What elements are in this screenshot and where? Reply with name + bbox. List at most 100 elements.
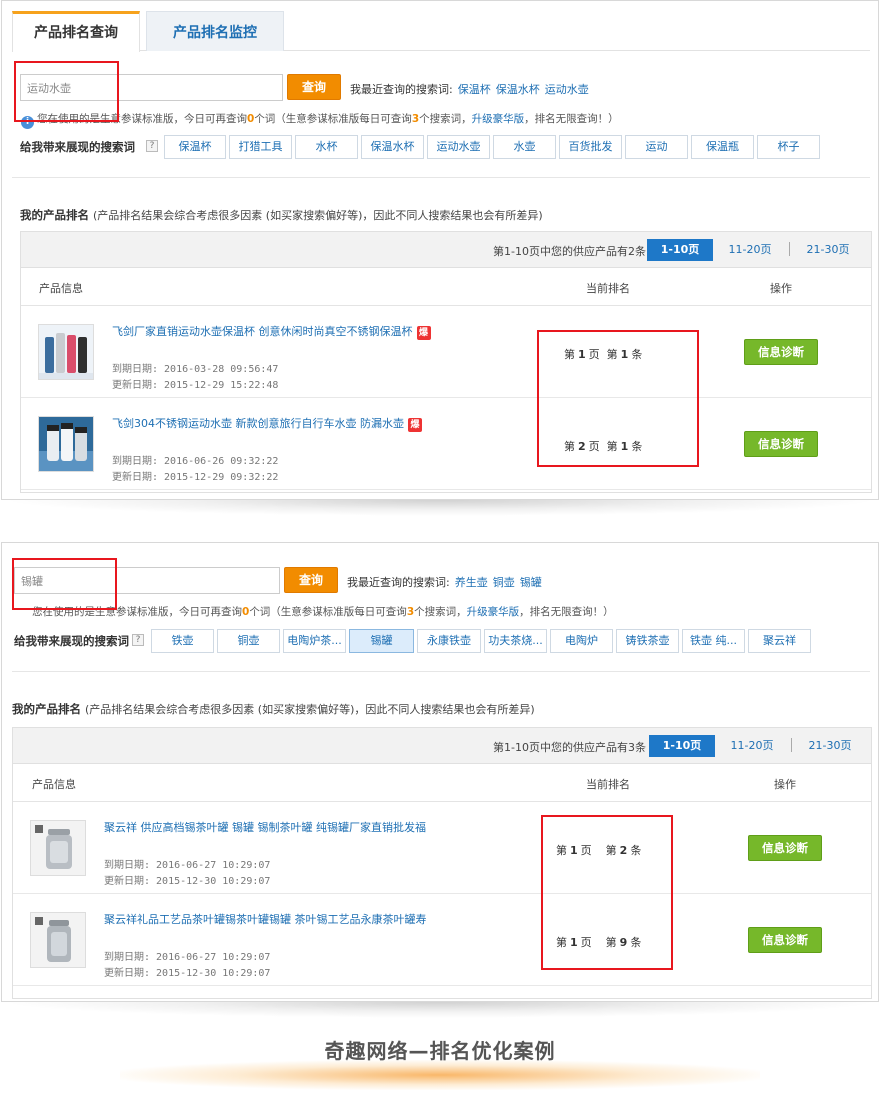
query-button[interactable]: 查询 — [284, 567, 338, 593]
keyword-tag[interactable]: 保温瓶 — [691, 135, 754, 159]
recent-searches: 我最近查询的搜索词: 养生壶 铜壶 锡罐 — [347, 574, 542, 590]
keyword-tag[interactable]: 水壶 — [493, 135, 556, 159]
product-thumbnail[interactable] — [38, 416, 94, 472]
notice-text: 个词（生意参谋标准版每日可查询 — [249, 606, 407, 618]
table-header: 产品信息 当前排名 操作 — [13, 764, 871, 802]
page-link-21-30[interactable]: 21-30页 — [797, 735, 863, 757]
upgrade-link[interactable]: 升级豪华版 — [467, 606, 520, 618]
rank-text: 第 — [564, 348, 575, 361]
pager-summary: 第1-10页中您的供应产品有2条 — [493, 245, 646, 258]
expire-date: 到期日期: 2016-06-26 09:32:22 — [112, 456, 279, 467]
page-link-11-20[interactable]: 11-20页 — [719, 735, 785, 757]
keyword-tag[interactable]: 铁壶 纯... — [682, 629, 745, 653]
rank-text: 第 — [606, 348, 618, 361]
help-icon[interactable]: ? — [132, 634, 144, 646]
query-button[interactable]: 查询 — [287, 74, 341, 100]
notice-text: 您在使用的是生意参谋标准版，今日可再查询 — [37, 113, 247, 125]
header-action: 操作 — [774, 778, 796, 791]
current-rank: 第1页 第2条 — [556, 842, 641, 858]
keyword-tag[interactable]: 永康铁壶 — [417, 629, 481, 653]
rank-section-title: 我的产品排名 (产品排名结果会综合考虑很多因素 (如买家搜索偏好等)，因此不同人搜… — [20, 207, 543, 223]
diagnose-button[interactable]: 信息诊断 — [748, 835, 822, 861]
divider — [12, 177, 870, 178]
keyword-row: 给我带来展现的搜索词 ? 铁壶 铜壶 电陶炉茶... 锡罐 永康铁壶 功夫茶烧.… — [14, 629, 872, 655]
product-thumbnail[interactable] — [30, 820, 86, 876]
quota-notice: 您在使用的是生意参谋标准版，今日可再查询0个词（生意参谋标准版每日可查询3个搜索… — [32, 604, 614, 619]
expire-date: 到期日期: 2016-06-27 10:29:07 — [104, 952, 271, 963]
update-date: 更新日期: 2015-12-30 10:29:07 — [104, 968, 271, 979]
diagnose-button[interactable]: 信息诊断 — [744, 339, 818, 365]
keyword-tag[interactable]: 运动 — [625, 135, 688, 159]
product-title[interactable]: 聚云祥 供应高档锡茶叶罐 锡罐 锡制茶叶罐 纯锡罐厂家直销批发福 — [104, 819, 426, 835]
rank-table: 第1-10页中您的供应产品有2条 1-10页 11-20页 21-30页 产品信… — [20, 231, 872, 493]
rank-text: 第 — [605, 844, 617, 857]
table-row: 飞剑304不锈钢运动水壶 新款创意旅行自行车水壶 防漏水壶爆 到期日期: 201… — [21, 398, 871, 490]
keywords-label: 给我带来展现的搜索词 — [14, 634, 129, 648]
recent-term-1[interactable]: 保温杯 — [458, 83, 491, 96]
keyword-tag[interactable]: 铸铁茶壶 — [616, 629, 679, 653]
product-title[interactable]: 聚云祥礼品工艺品茶叶罐锡茶叶罐锡罐 茶叶锡工艺品永康茶叶罐寿 — [104, 911, 427, 927]
product-thumbnail[interactable] — [30, 912, 86, 968]
page-link-1-10[interactable]: 1-10页 — [647, 239, 713, 261]
product-thumbnail[interactable] — [38, 324, 94, 380]
keyword-tag[interactable]: 功夫茶烧... — [484, 629, 547, 653]
keyword-tag-selected[interactable]: 锡罐 — [349, 629, 414, 653]
keyword-tag[interactable]: 水杯 — [295, 135, 358, 159]
page-link-1-10[interactable]: 1-10页 — [649, 735, 715, 757]
recent-term-2[interactable]: 铜壶 — [493, 576, 515, 589]
tab-bar: 产品排名查询 产品排名监控 — [12, 11, 870, 52]
notice-text: ，排名无限查询！） — [524, 113, 619, 125]
recent-term-3[interactable]: 锡罐 — [520, 576, 542, 589]
hot-badge: 爆 — [416, 326, 431, 340]
keyword-tag[interactable]: 铁壶 — [151, 629, 214, 653]
page-link-21-30[interactable]: 21-30页 — [795, 239, 861, 261]
diagnose-button[interactable]: 信息诊断 — [748, 927, 822, 953]
upgrade-link[interactable]: 升级豪华版 — [472, 113, 525, 125]
tab-rank-query[interactable]: 产品排名查询 — [12, 11, 140, 52]
keyword-tag[interactable]: 打猎工具 — [229, 135, 292, 159]
rank-item-number: 2 — [619, 844, 628, 857]
quota-notice: i 您在使用的是生意参谋标准版，今日可再查询0个词（生意参谋标准版每日可查询3个搜… — [21, 111, 619, 129]
recent-term-1[interactable]: 养生壶 — [455, 576, 488, 589]
rank-text: 条 — [630, 936, 642, 949]
search-input[interactable] — [20, 74, 283, 101]
recent-term-3[interactable]: 运动水壶 — [545, 83, 589, 96]
keyword-tag[interactable]: 杯子 — [757, 135, 820, 159]
keyword-tag[interactable]: 电陶炉 — [550, 629, 613, 653]
keyword-tag[interactable]: 保温水杯 — [361, 135, 424, 159]
keyword-tag[interactable]: 运动水壶 — [427, 135, 490, 159]
notice-text: 个搜索词， — [414, 606, 467, 618]
table-row: 聚云祥礼品工艺品茶叶罐锡茶叶罐锡罐 茶叶锡工艺品永康茶叶罐寿 到期日期: 201… — [13, 894, 871, 986]
header-action: 操作 — [770, 282, 792, 295]
recent-label: 我最近查询的搜索词: — [350, 83, 453, 96]
notice-text: 您在使用的是生意参谋标准版，今日可再查询 — [32, 606, 242, 618]
rank-text: 第 — [556, 844, 567, 857]
search-input[interactable] — [14, 567, 280, 594]
keyword-tag[interactable]: 百货批发 — [559, 135, 622, 159]
recent-searches: 我最近查询的搜索词: 保温杯 保温水杯 运动水壶 — [350, 81, 589, 97]
rank-text: 条 — [631, 440, 643, 453]
keyword-tag[interactable]: 聚云祥 — [748, 629, 811, 653]
recent-term-2[interactable]: 保温水杯 — [496, 83, 540, 96]
tab-rank-monitor[interactable]: 产品排名监控 — [146, 11, 284, 51]
product-title[interactable]: 飞剑厂家直销运动水壶保温杯 创意休闲时尚真空不锈钢保温杯 — [112, 325, 413, 338]
rank-title-note: (产品排名结果会综合考虑很多因素 (如买家搜索偏好等)，因此不同人搜索结果也会有… — [93, 209, 543, 222]
keyword-tag[interactable]: 铜壶 — [217, 629, 280, 653]
rank-title-bold: 我的产品排名 — [20, 208, 89, 222]
update-date: 更新日期: 2015-12-29 09:32:22 — [112, 472, 279, 483]
update-date: 更新日期: 2015-12-29 15:22:48 — [112, 380, 279, 391]
page-link-11-20[interactable]: 11-20页 — [717, 239, 783, 261]
help-icon[interactable]: ? — [146, 140, 158, 152]
product-title-link[interactable]: 飞剑304不锈钢运动水壶 新款创意旅行自行车水壶 防漏水壶爆 — [112, 415, 422, 432]
current-rank: 第1页 第9条 — [556, 934, 641, 950]
panel-shadow — [0, 1002, 880, 1018]
product-title[interactable]: 飞剑304不锈钢运动水壶 新款创意旅行自行车水壶 防漏水壶 — [112, 417, 404, 430]
panel-shadow — [0, 500, 880, 516]
keyword-tag[interactable]: 电陶炉茶... — [283, 629, 346, 653]
product-title-link[interactable]: 飞剑厂家直销运动水壶保温杯 创意休闲时尚真空不锈钢保温杯爆 — [112, 323, 431, 340]
divider — [12, 671, 870, 672]
diagnose-button[interactable]: 信息诊断 — [744, 431, 818, 457]
keyword-tag[interactable]: 保温杯 — [164, 135, 226, 159]
pager: 第1-10页中您的供应产品有3条 1-10页 11-20页 21-30页 — [13, 728, 871, 764]
rank-title-bold: 我的产品排名 — [12, 702, 81, 716]
